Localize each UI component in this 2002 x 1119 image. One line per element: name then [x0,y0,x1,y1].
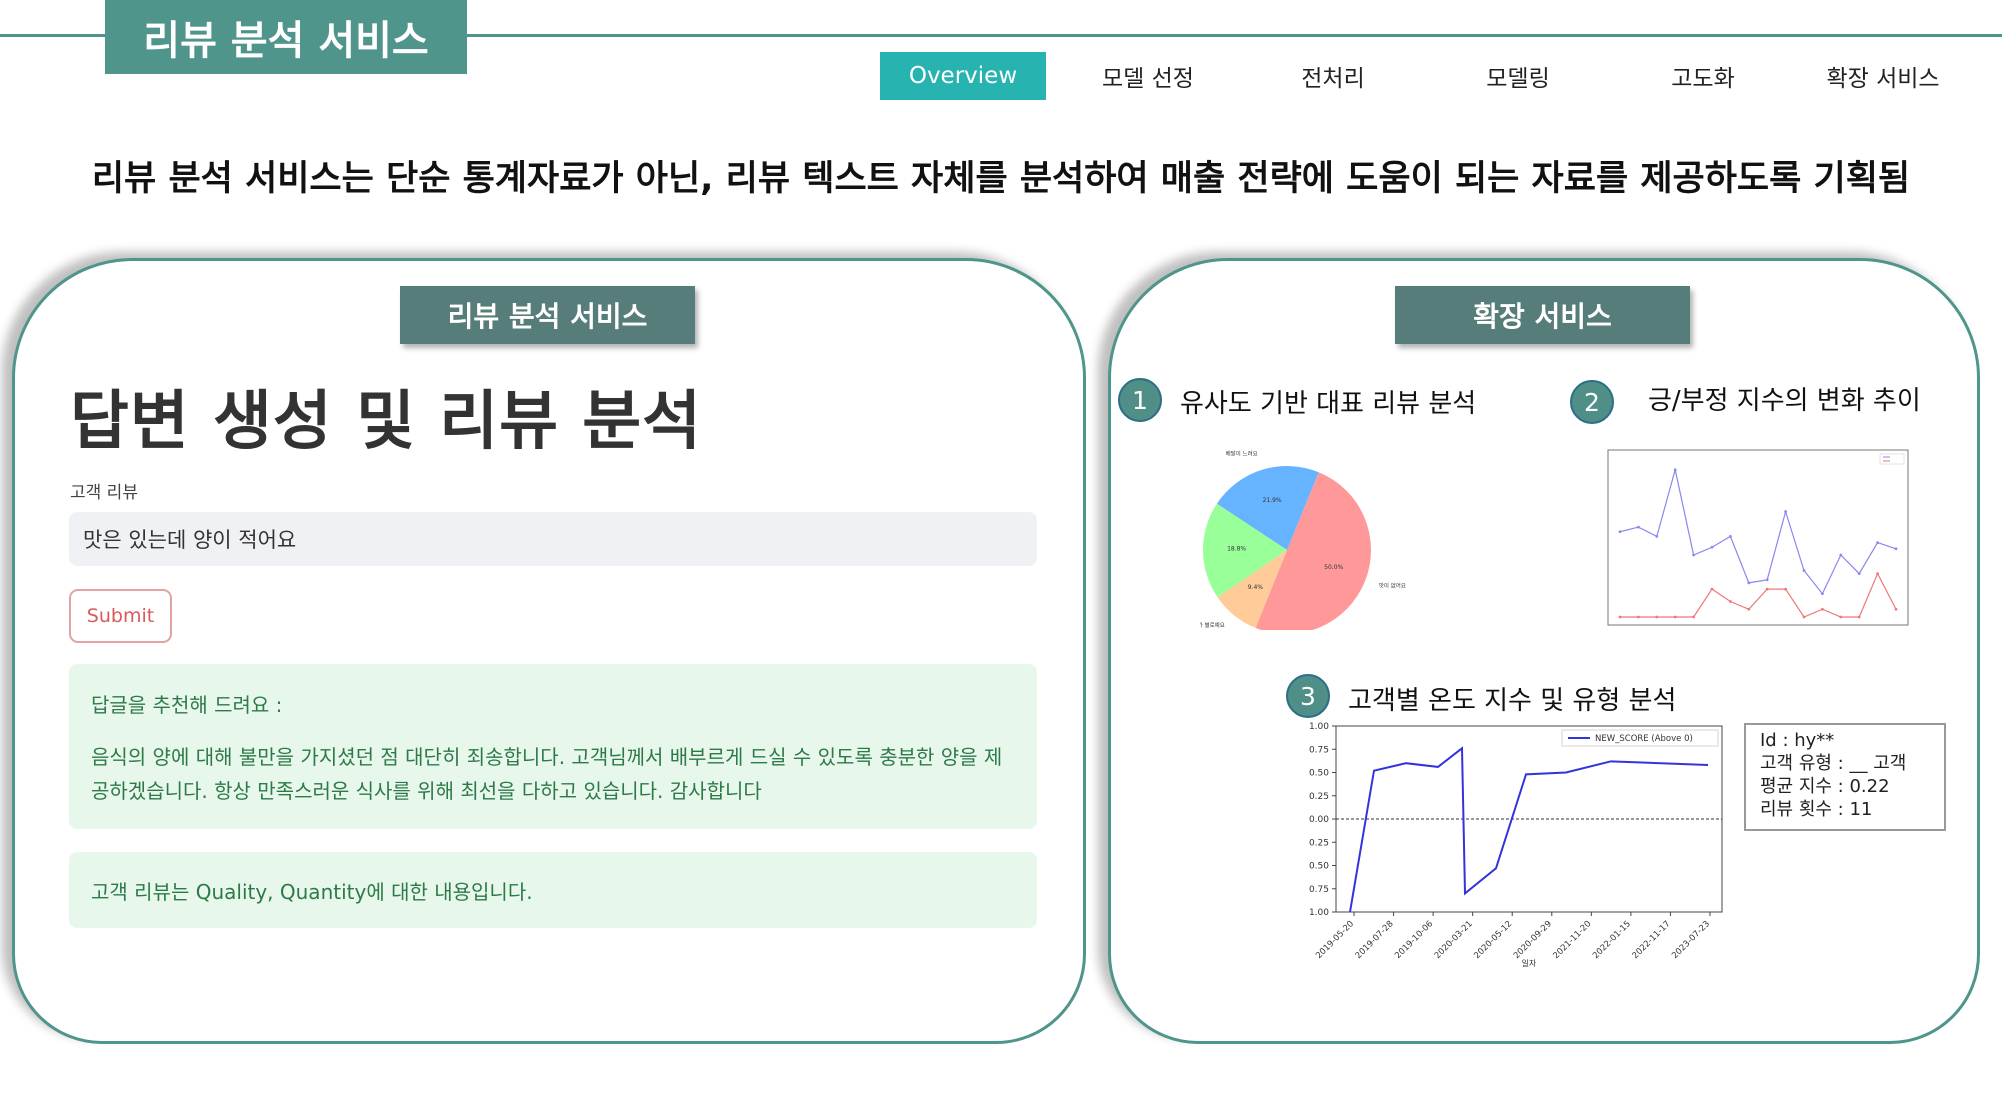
pie-value-label: 21.9% [1263,497,1282,504]
trend-legend-box [1879,453,1905,465]
trend-point [1618,530,1622,534]
trend-series-line [1619,469,1897,595]
pie-category-label: 맛이 없어요 [1379,581,1406,589]
trend-point [1692,615,1695,619]
trend-point [1765,578,1769,582]
trend-point [1876,541,1879,544]
score-x-tick-label: 2022-11-17 [1631,919,1673,961]
answer-title: 답변 생성 및 리뷰 분석 [70,385,703,459]
trend-point [1655,615,1659,619]
tab-model-selection[interactable]: 모델 선정 [1065,52,1231,100]
score-x-tick-label: 2020-05-12 [1472,919,1514,961]
trend-series-line [1620,572,1897,618]
trend-point [1857,615,1861,619]
feature-number-3: 3 [1286,674,1330,718]
feature-label-2: 긍/부정 지수의 변화 추이 [1648,386,1921,416]
tab-overview[interactable]: Overview [880,52,1046,100]
info-id: Id : hy** [1760,730,1835,751]
trend-point [1802,569,1806,572]
score-y-tick-label: 0.75 [1309,885,1329,895]
trend-point [1821,592,1824,596]
score-y-tick-label: 0.25 [1309,838,1329,848]
sentiment-trend-chart [1607,449,1909,626]
headline: 리뷰 분석 서비스는 단순 통계자료가 아닌, 리뷰 텍스트 자체를 분석하여 … [91,159,1911,199]
score-x-tick-label: 2020-09-29 [1512,919,1554,961]
trend-point [1747,607,1751,611]
trend-point [1784,510,1787,513]
pie-category-label: 서비스가 별로예요 [1200,621,1225,629]
trend-point [1839,553,1843,557]
score-y-tick-label: 0.00 [1309,815,1329,825]
trend-point [1710,545,1714,549]
trend-point [1894,607,1898,611]
trend-point [1894,547,1898,551]
trend-point [1821,607,1824,611]
score-x-tick-label: 2019-05-20 [1314,919,1356,961]
tab-preprocessing[interactable]: 전처리 [1250,52,1416,100]
score-y-tick-label: 0.50 [1309,862,1329,872]
trend-point [1729,535,1732,538]
score-y-tick-label: 1.00 [1309,908,1329,918]
trend-point [1876,572,1879,575]
page-title: 리뷰 분석 서비스 [105,0,467,74]
review-summary-text: 고객 리뷰는 Quality, Quantity에 대한 내용입니다. [91,879,533,904]
submit-button[interactable]: Submit [69,589,172,643]
score-y-tick-label: 0.50 [1309,769,1329,779]
tab-advancement[interactable]: 고도화 [1620,52,1786,100]
extension-service-label: 확장 서비스 [1395,286,1690,344]
feature-number-2: 2 [1570,380,1614,424]
score-x-tick-label: 2019-10-06 [1393,919,1435,961]
customer-info-box: Id : hy** 고객 유형 : __ 고객 평균 지수 : 0.22 리뷰 … [1744,723,1946,831]
trend-point [1637,525,1640,529]
score-y-tick-label: 1.00 [1309,722,1329,732]
trend-point [1655,535,1659,538]
reply-text: 음식의 양에 대해 불만을 가지셨던 점 대단히 죄송합니다. 고객님께서 배부… [91,745,1003,803]
pie-value-label: 50.0% [1324,564,1343,571]
trend-point [1729,600,1732,603]
tab-extension[interactable]: 확장 서비스 [1800,52,1966,100]
trend-point [1784,587,1787,591]
trend-point [1673,468,1677,472]
tab-modeling[interactable]: 모델링 [1435,52,1601,100]
pie-value-label: 9.4% [1248,584,1264,591]
trend-point [1765,587,1769,591]
customer-score-chart: 1.000.750.500.250.000.250.500.751.002019… [1309,722,1723,968]
score-x-axis-label: 일자 [1522,959,1537,968]
trend-point [1618,615,1622,619]
trend-point [1637,615,1640,619]
score-x-tick-label: 2019-07-28 [1354,919,1396,961]
feature-label-3: 고객별 온도 지수 및 유형 분석 [1348,686,1677,716]
score-x-tick-label: 2022-01-15 [1591,919,1633,961]
score-legend-label: NEW_SCORE (Above 0) [1595,734,1693,744]
score-y-tick-label: 0.75 [1309,745,1329,755]
review-field-label: 고객 리뷰 [70,483,138,503]
review-service-label: 리뷰 분석 서비스 [400,286,695,344]
info-average: 평균 지수 : 0.22 [1760,776,1890,797]
trend-point [1747,581,1751,585]
trend-point [1839,615,1843,619]
feature-number-1: 1 [1118,378,1162,422]
review-summary-box: 고객 리뷰는 Quality, Quantity에 대한 내용입니다. [69,852,1037,928]
review-input[interactable]: 맛은 있는데 양이 적어요 [69,512,1037,566]
trend-point [1857,572,1861,575]
score-x-tick-label: 2023-07-23 [1670,919,1712,961]
pie-chart: 50.0%맛이 없어요21.9%배달이 느려요18.8%양이 적어요9.4%서비… [1200,449,1406,630]
trend-point [1802,615,1806,619]
score-x-tick-label: 2020-03-21 [1433,919,1475,961]
trend-point [1692,553,1695,557]
pie-value-label: 18.8% [1227,545,1246,552]
reply-heading: 답글을 추천해 드려요 : [91,693,283,717]
feature-label-1: 유사도 기반 대표 리뷰 분석 [1180,389,1477,419]
reply-suggestion-box: 답글을 추천해 드려요 : 음식의 양에 대해 불만을 가지셨던 점 대단히 죄… [69,664,1037,829]
info-count: 리뷰 횟수 : 11 [1760,799,1873,820]
trend-point [1673,615,1677,619]
info-type: 고객 유형 : __ 고객 [1760,753,1907,774]
score-y-tick-label: 0.25 [1309,792,1329,802]
pie-category-label: 배달이 느려요 [1226,449,1258,457]
trend-point [1710,587,1714,591]
score-x-tick-label: 2021-11-20 [1551,919,1593,961]
